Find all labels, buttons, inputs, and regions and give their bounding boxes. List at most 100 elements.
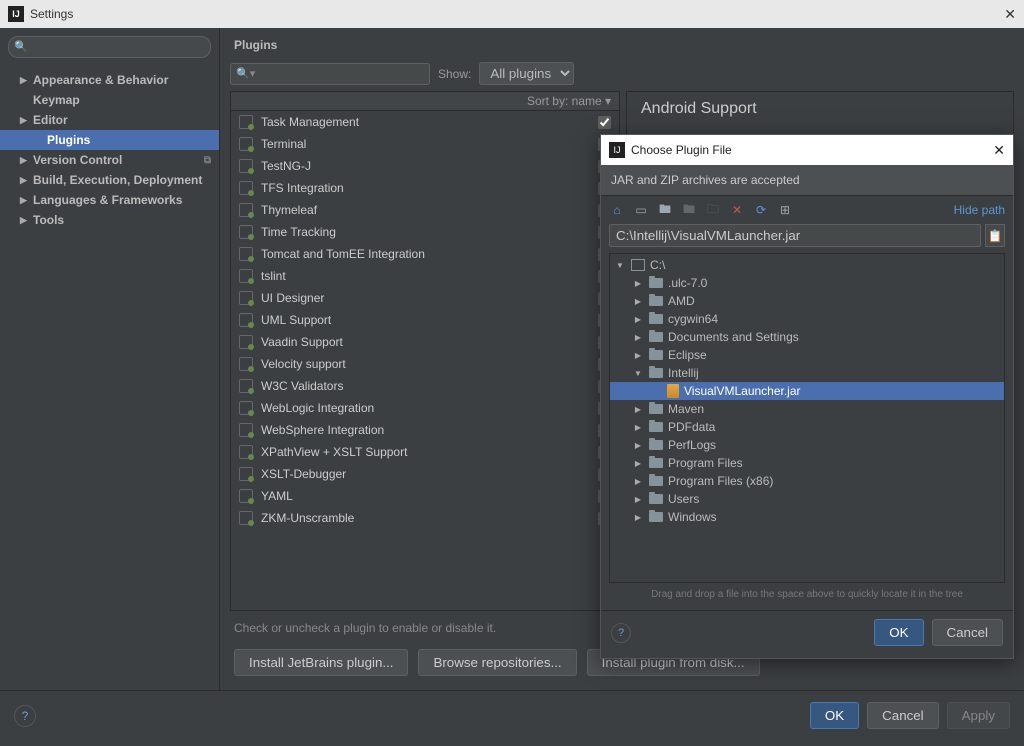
dialog-close-button[interactable]: ✕ [993,142,1005,159]
sidebar-item[interactable]: Keymap [0,90,219,110]
tree-arrow-icon: ▶ [632,513,644,522]
plugin-name: XSLT-Debugger [261,467,598,481]
file-tree[interactable]: ▼C:\▶.ulc-7.0▶AMD▶cygwin64▶Documents and… [609,253,1005,583]
tree-row[interactable]: ▶Users [610,490,1004,508]
project-icon[interactable]: 🖿 [657,202,673,218]
tree-label: Program Files (x86) [668,474,773,488]
chevron-right-icon: ▶ [20,155,30,166]
tree-row[interactable]: ▶ Windows [610,508,1004,526]
search-icon: 🔍▾ [236,67,255,80]
plugin-row[interactable]: Terminal [231,133,619,155]
plugin-row[interactable]: ZKM-Unscramble [231,507,619,529]
sidebar-item[interactable]: ▶Build, Execution, Deployment [0,170,219,190]
tree-arrow-icon: ▶ [632,333,644,342]
desktop-icon[interactable]: ▭ [633,202,649,218]
plugin-name: Time Tracking [261,225,598,239]
plugin-row[interactable]: W3C Validators [231,375,619,397]
jar-file-icon [667,384,679,398]
install-jetbrains-button[interactable]: Install JetBrains plugin... [234,649,408,676]
show-hidden-icon[interactable]: ⊞ [777,202,793,218]
dialog-help-button[interactable]: ? [611,623,631,643]
plugin-checkbox[interactable] [598,116,611,129]
plugin-search-input[interactable] [230,63,430,85]
dialog-ok-button[interactable]: OK [874,619,923,646]
tree-row[interactable]: ▼C:\ [610,256,1004,274]
sidebar-item[interactable]: ▶Appearance & Behavior [0,70,219,90]
tree-label: VisualVMLauncher.jar [684,384,801,398]
refresh-icon[interactable]: ⟳ [753,202,769,218]
sort-by-toggle[interactable]: Sort by: name ▾ [231,92,619,111]
plugin-row[interactable]: TestNG-J [231,155,619,177]
cancel-button[interactable]: Cancel [867,702,939,729]
plugin-row[interactable]: Thymeleaf [231,199,619,221]
tree-row[interactable]: ▶Program Files (x86) [610,472,1004,490]
plugin-row[interactable]: WebLogic Integration [231,397,619,419]
plugin-name: UML Support [261,313,598,327]
tree-row[interactable]: ▶.ulc-7.0 [610,274,1004,292]
plugin-row[interactable]: UML Support [231,309,619,331]
module-icon[interactable]: 🖿 [681,202,697,218]
plugin-row[interactable]: Time Tracking [231,221,619,243]
plugin-icon [239,291,253,305]
tree-row[interactable]: ▶Maven [610,400,1004,418]
ok-button[interactable]: OK [810,702,859,729]
plugin-row[interactable]: Task Management [231,111,619,133]
plugin-row[interactable]: TFS Integration [231,177,619,199]
plugin-icon [239,159,253,173]
plugin-row[interactable]: Tomcat and TomEE Integration [231,243,619,265]
hide-path-link[interactable]: Hide path [954,203,1005,217]
chevron-right-icon: ▶ [20,175,30,186]
sidebar-item[interactable]: ▶Editor [0,110,219,130]
tree-row[interactable]: ▶Documents and Settings [610,328,1004,346]
plugin-name: Velocity support [261,357,598,371]
sidebar-item-label: Build, Execution, Deployment [33,173,202,187]
plugin-row[interactable]: UI Designer [231,287,619,309]
sidebar-item[interactable]: ▶Version Control⧉ [0,150,219,170]
dialog-title: Choose Plugin File [631,143,993,157]
window-title: Settings [30,7,1004,21]
home-icon[interactable]: ⌂ [609,202,625,218]
tree-row[interactable]: ▶Program Files [610,454,1004,472]
tree-row[interactable]: ▼Intellij [610,364,1004,382]
plugin-name: YAML [261,489,598,503]
delete-icon[interactable]: ✕ [729,202,745,218]
new-folder-icon[interactable]: 🗀 [705,202,721,218]
sidebar-item[interactable]: ▶Tools [0,210,219,230]
plugin-icon [239,467,253,481]
tree-row[interactable]: ▶AMD [610,292,1004,310]
window-close-button[interactable]: ✕ [1004,6,1016,23]
plugin-row[interactable]: tslint [231,265,619,287]
plugin-row[interactable]: YAML [231,485,619,507]
show-filter-select[interactable]: All plugins [479,62,574,85]
tree-row[interactable]: ▶PDFdata [610,418,1004,436]
plugin-row[interactable]: XPathView + XSLT Support [231,441,619,463]
plugin-name: Thymeleaf [261,203,598,217]
tree-row[interactable]: ▶Eclipse [610,346,1004,364]
tree-row[interactable]: ▶cygwin64 [610,310,1004,328]
help-button[interactable]: ? [14,705,36,727]
tree-row[interactable]: ▶PerfLogs [610,436,1004,454]
path-history-button[interactable]: 📋 [985,224,1005,247]
apply-button[interactable]: Apply [947,702,1010,729]
plugin-row[interactable]: WebSphere Integration [231,419,619,441]
settings-sidebar: 🔍 ▶Appearance & BehaviorKeymap▶EditorPlu… [0,28,220,690]
browse-repositories-button[interactable]: Browse repositories... [418,649,576,676]
sidebar-item[interactable]: ▶Languages & Frameworks [0,190,219,210]
dialog-toolbar: ⌂ ▭ 🖿 🖿 🗀 ✕ ⟳ ⊞ Hide path [601,196,1013,224]
plugin-row[interactable]: XSLT-Debugger [231,463,619,485]
tree-row[interactable]: VisualVMLauncher.jar [610,382,1004,400]
plugin-icon [239,181,253,195]
tree-label: Windows [668,510,717,524]
plugin-list: Task ManagementTerminalTestNG-JTFS Integ… [231,111,619,610]
path-input[interactable] [609,224,981,247]
sidebar-item-label: Appearance & Behavior [33,73,168,87]
tree-arrow-icon: ▶ [632,315,644,324]
sidebar-item[interactable]: Plugins [0,130,219,150]
plugin-row[interactable]: Velocity support [231,353,619,375]
tree-label: AMD [668,294,695,308]
settings-search-input[interactable] [8,36,211,58]
dialog-cancel-button[interactable]: Cancel [932,619,1004,646]
plugin-icon [239,115,253,129]
tree-arrow-icon: ▶ [632,405,644,414]
plugin-row[interactable]: Vaadin Support [231,331,619,353]
